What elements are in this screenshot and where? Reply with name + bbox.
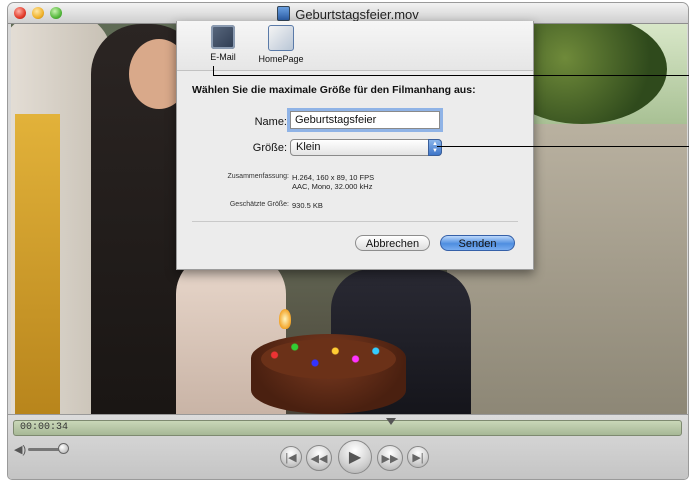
go-to-end-icon: ▶| xyxy=(412,451,424,464)
summary-video: H.264, 160 x 89, 10 FPS xyxy=(292,173,375,182)
toolbar-homepage[interactable]: HomePage xyxy=(254,25,308,64)
toolbar-email[interactable]: E-Mail xyxy=(202,25,244,62)
callout-line-email xyxy=(213,75,689,76)
size-label: Größe: xyxy=(252,142,287,154)
speaker-icon: ◀) xyxy=(14,444,27,456)
summary-values: H.264, 160 x 89, 10 FPS AAC, Mono, 32.00… xyxy=(292,173,374,191)
size-popup[interactable]: Klein ▲ ▼ xyxy=(290,139,442,156)
divider xyxy=(192,221,518,222)
volume-slider[interactable] xyxy=(28,448,62,451)
name-label: Name: xyxy=(254,116,287,128)
playhead-icon[interactable] xyxy=(386,418,396,425)
go-to-end-button[interactable]: ▶| xyxy=(407,446,429,468)
name-field[interactable] xyxy=(290,111,440,129)
homepage-icon xyxy=(268,25,294,51)
volume-knob[interactable] xyxy=(58,443,69,454)
send-button[interactable]: Senden xyxy=(440,235,515,251)
candle-flame xyxy=(279,309,291,329)
birthday-cake xyxy=(251,334,406,414)
play-button[interactable]: ▶ xyxy=(338,440,372,474)
estimate-value: 930.5 KB xyxy=(292,201,323,210)
email-icon xyxy=(211,25,235,49)
summary-audio: AAC, Mono, 32.000 kHz xyxy=(292,182,373,191)
window-title: Geburtstagsfeier.mov xyxy=(295,7,419,22)
fast-forward-button[interactable]: ▶▶ xyxy=(377,445,403,471)
toolbar-email-label: E-Mail xyxy=(210,52,236,62)
estimate-label: Geschätzte Größe: xyxy=(229,201,289,208)
play-icon: ▶ xyxy=(348,449,362,466)
cancel-button[interactable]: Abbrechen xyxy=(355,235,430,251)
playback-controls: 00:00:34 ◀) |◀ ◀◀ ▶ ▶▶ ▶| xyxy=(8,414,688,479)
toolbar-homepage-label: HomePage xyxy=(258,54,304,64)
popup-arrows-icon: ▲ ▼ xyxy=(428,139,442,156)
export-toolbar: E-Mail HomePage xyxy=(177,21,533,71)
movie-file-icon xyxy=(277,6,291,21)
fast-forward-icon: ▶▶ xyxy=(381,452,399,465)
go-to-start-icon: |◀ xyxy=(285,451,297,464)
rewind-icon: ◀◀ xyxy=(310,452,328,465)
summary-label: Zusammenfassung: xyxy=(227,173,289,180)
video-apron xyxy=(15,114,60,414)
size-prompt: Wählen Sie die maximale Größe für den Fi… xyxy=(192,84,476,96)
callout-line-email-stem xyxy=(213,66,214,75)
window-title-group: Geburtstagsfeier.mov xyxy=(8,6,688,22)
rewind-button[interactable]: ◀◀ xyxy=(306,445,332,471)
go-to-start-button[interactable]: |◀ xyxy=(280,446,302,468)
size-selected-value: Klein xyxy=(296,141,321,153)
callout-line-size xyxy=(437,146,689,147)
current-time: 00:00:34 xyxy=(20,422,69,433)
timeline-scrubber[interactable]: 00:00:34 xyxy=(13,418,682,436)
